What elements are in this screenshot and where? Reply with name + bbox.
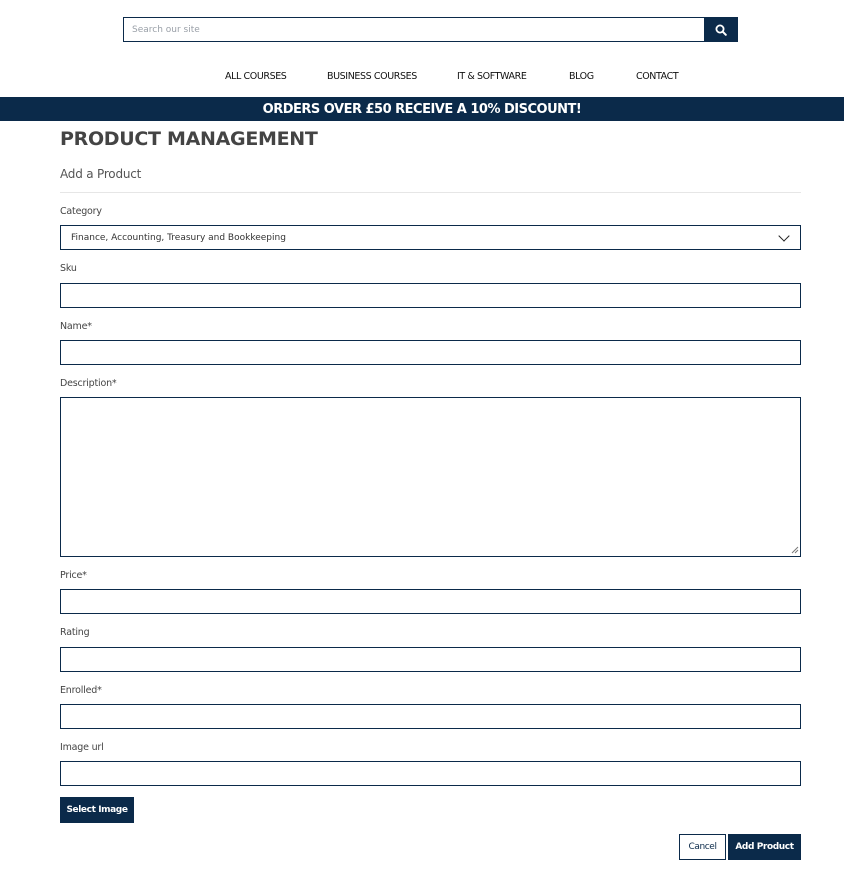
divider xyxy=(60,192,801,193)
nav-item-blog[interactable]: BLOG xyxy=(569,71,594,82)
price-input[interactable] xyxy=(60,589,801,614)
search-input[interactable] xyxy=(123,17,704,42)
nav-item-all-courses[interactable]: ALL COURSES xyxy=(225,71,287,82)
enrolled-label: Enrolled* xyxy=(60,685,102,696)
category-select[interactable]: Finance, Accounting, Treasury and Bookke… xyxy=(60,225,801,250)
name-label: Name* xyxy=(60,321,92,332)
image-url-input[interactable] xyxy=(60,761,801,786)
resize-grip-icon[interactable] xyxy=(790,545,799,554)
promo-banner: ORDERS OVER £50 RECEIVE A 10% DISCOUNT! xyxy=(0,97,844,121)
cancel-button[interactable]: Cancel xyxy=(679,834,726,860)
nav-item-business-courses[interactable]: BUSINESS COURSES xyxy=(327,71,417,82)
search-bar xyxy=(123,17,738,42)
price-label: Price* xyxy=(60,570,87,581)
rating-input[interactable] xyxy=(60,647,801,672)
category-select-value: Finance, Accounting, Treasury and Bookke… xyxy=(71,232,286,243)
search-button[interactable] xyxy=(704,17,738,42)
enrolled-input[interactable] xyxy=(60,704,801,729)
promo-banner-text: ORDERS OVER £50 RECEIVE A 10% DISCOUNT! xyxy=(262,101,582,117)
sku-input[interactable] xyxy=(60,283,801,308)
page-title: PRODUCT MANAGEMENT xyxy=(60,128,318,150)
description-label: Description* xyxy=(60,378,117,389)
add-product-button[interactable]: Add Product xyxy=(728,834,801,860)
chevron-down-icon xyxy=(778,229,790,242)
image-url-label: Image url xyxy=(60,742,104,753)
nav-item-it-software[interactable]: IT & SOFTWARE xyxy=(457,71,527,82)
rating-label: Rating xyxy=(60,627,90,638)
nav-item-contact[interactable]: CONTACT xyxy=(636,71,679,82)
main-nav: ALL COURSES BUSINESS COURSES IT & SOFTWA… xyxy=(0,71,844,85)
page-subtitle: Add a Product xyxy=(60,167,142,181)
description-textarea[interactable] xyxy=(60,397,801,557)
sku-label: Sku xyxy=(60,263,77,274)
search-icon xyxy=(715,24,727,36)
select-image-button[interactable]: Select Image xyxy=(60,797,134,823)
name-input[interactable] xyxy=(60,340,801,365)
category-label: Category xyxy=(60,206,102,217)
